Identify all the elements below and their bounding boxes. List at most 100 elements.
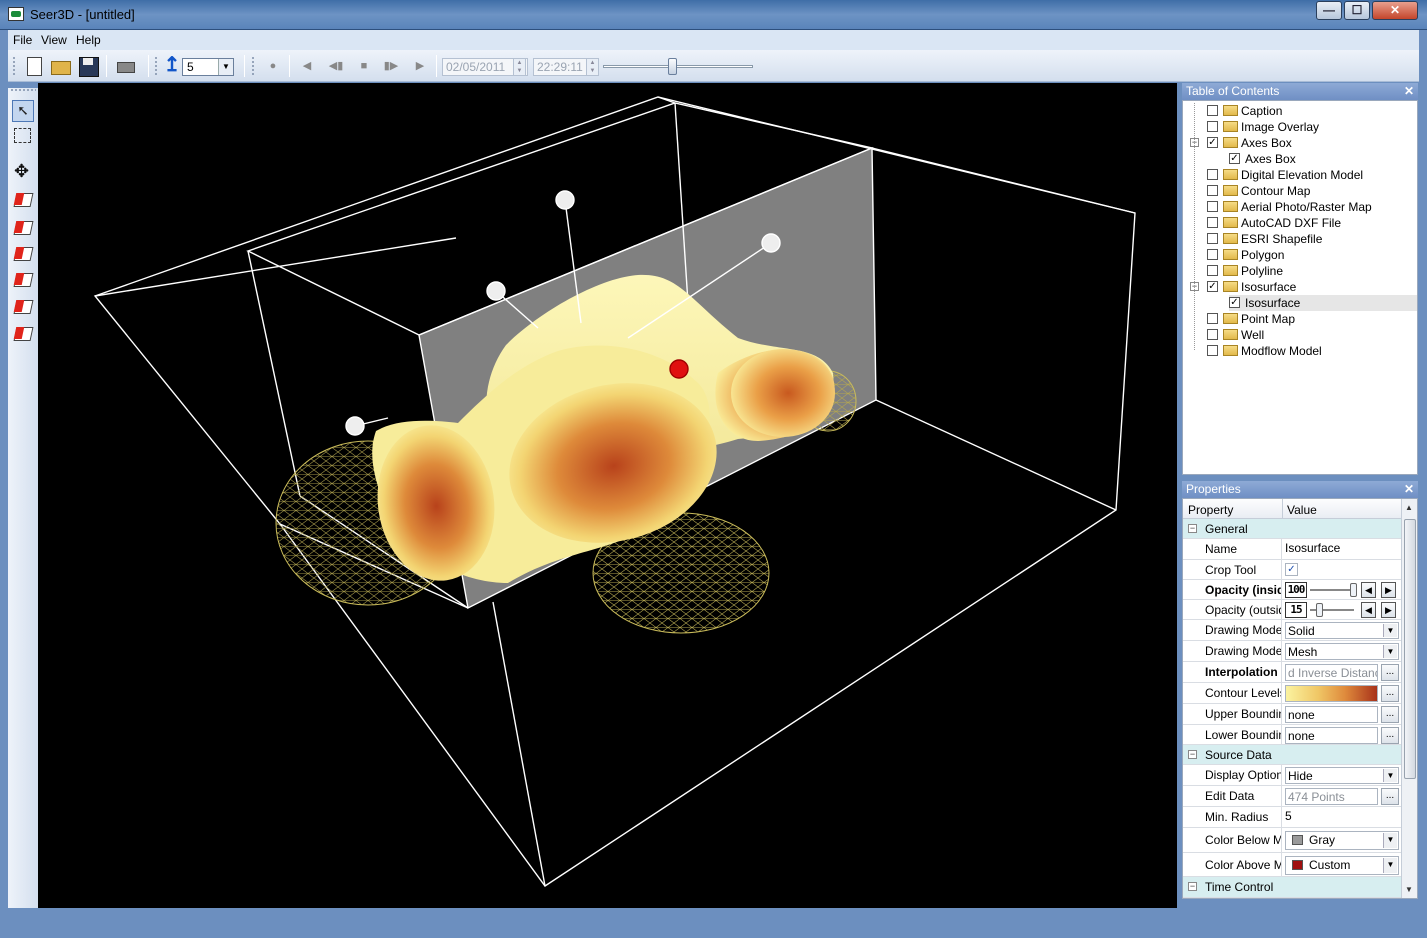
upper-bounding-ellipsis-button[interactable]: ... (1381, 706, 1399, 723)
toc-item[interactable]: Point Map (1207, 311, 1295, 327)
prop-row-crop-tool[interactable]: Crop Tool ✓ (1183, 560, 1401, 580)
prop-row-color-below-min[interactable]: Color Below Min Gray ▼ (1183, 828, 1401, 853)
prop-row-drawing-mode-inside[interactable]: Drawing Mode ( Solid ▼ (1183, 620, 1401, 641)
view-top-icon[interactable] (12, 295, 34, 317)
group-general[interactable]: − General (1183, 519, 1401, 539)
collapse-icon[interactable]: − (1188, 524, 1197, 533)
view-right-icon[interactable] (12, 268, 34, 290)
toc-item-checkbox[interactable] (1207, 105, 1218, 117)
collapse-icon[interactable]: − (1188, 750, 1197, 759)
toc-item-checkbox[interactable]: ✓ (1229, 153, 1240, 165)
drawing-mode-outside-select[interactable]: Mesh ▼ (1285, 643, 1399, 660)
first-frame-icon[interactable]: ◀ (297, 56, 317, 76)
scroll-down-icon[interactable]: ▼ (1405, 885, 1413, 894)
minimize-button[interactable]: — (1316, 1, 1342, 20)
toc-item-checkbox[interactable] (1207, 233, 1218, 245)
prop-row-opacity-outside[interactable]: Opacity (outside 15 ◀ ▶ (1183, 600, 1401, 620)
opacity-inside-slider-thumb[interactable] (1350, 583, 1357, 597)
view-left-icon[interactable] (12, 242, 34, 264)
toc-item[interactable]: Aerial Photo/Raster Map (1207, 199, 1372, 215)
toc-item[interactable]: Contour Map (1207, 183, 1310, 199)
last-frame-icon[interactable]: ▶ (410, 56, 430, 76)
chevron-down-icon[interactable]: ▼ (218, 59, 233, 75)
prop-row-min-radius[interactable]: Min. Radius 5 (1183, 807, 1401, 828)
time-slider-track[interactable] (603, 65, 753, 68)
column-divider[interactable] (1282, 499, 1283, 519)
time-step-select[interactable]: 5 ▼ (182, 58, 234, 76)
stop-icon[interactable]: ■ (354, 56, 374, 76)
prop-row-drawing-mode-outside[interactable]: Drawing Mode ( Mesh ▼ (1183, 641, 1401, 662)
toc-item[interactable]: Image Overlay (1207, 119, 1319, 135)
group-time-control[interactable]: − Time Control (1183, 877, 1401, 898)
collapse-icon[interactable]: − (1188, 882, 1197, 891)
increase-arrow-icon[interactable]: ▶ (1381, 582, 1396, 598)
save-disk-icon[interactable] (78, 56, 99, 77)
pan-move-icon[interactable] (12, 161, 34, 184)
group-source-data[interactable]: − Source Data (1183, 745, 1401, 765)
toolbar-grip[interactable] (154, 56, 158, 76)
toc-item[interactable]: Caption (1207, 103, 1282, 119)
scroll-up-icon[interactable]: ▲ (1405, 503, 1413, 512)
name-value[interactable]: Isosurface (1285, 541, 1340, 558)
toc-item-checkbox[interactable] (1207, 185, 1218, 197)
lower-bounding-ellipsis-button[interactable]: ... (1381, 727, 1399, 744)
column-header-property[interactable]: Property (1188, 503, 1233, 517)
close-icon[interactable]: ✕ (1404, 83, 1414, 100)
toc-item[interactable]: ✓ Axes Box (1207, 135, 1292, 151)
view-back-icon[interactable] (12, 216, 34, 238)
prop-row-name[interactable]: Name Isosurface (1183, 539, 1401, 560)
prop-row-color-above-max[interactable]: Color Above Ma Custom ▼ (1183, 853, 1401, 877)
toc-item[interactable]: Digital Elevation Model (1207, 167, 1363, 183)
toc-item-checkbox[interactable] (1207, 249, 1218, 261)
toc-item-checkbox[interactable] (1207, 169, 1218, 181)
toolbar-grip[interactable] (10, 88, 36, 92)
select-pointer-icon[interactable] (12, 100, 34, 122)
toc-item[interactable]: ✓ Axes Box (1229, 151, 1296, 167)
chevron-down-icon[interactable]: ▼ (1383, 645, 1397, 658)
toc-item[interactable]: Polygon (1207, 247, 1284, 263)
date-spinner[interactable]: ▲ ▼ (513, 58, 526, 76)
close-button[interactable]: ✕ (1372, 1, 1418, 20)
display-option-select[interactable]: Hide ▼ (1285, 767, 1399, 784)
previous-frame-icon[interactable]: ◀▮ (326, 56, 346, 76)
next-frame-icon[interactable]: ▮▶ (381, 56, 401, 76)
edit-data-ellipsis-button[interactable]: ... (1381, 788, 1399, 805)
toc-item-checkbox[interactable] (1207, 217, 1218, 229)
toolbar-grip[interactable] (251, 56, 255, 76)
toolbar-grip[interactable] (12, 56, 16, 76)
chevron-down-icon[interactable]: ▼ (1383, 858, 1397, 873)
opacity-outside-slider-thumb[interactable] (1316, 603, 1323, 617)
toc-item[interactable]: ESRI Shapefile (1207, 231, 1322, 247)
3d-viewport[interactable] (38, 83, 1177, 908)
maximize-button[interactable]: ☐ (1344, 1, 1370, 20)
color-below-min-select[interactable]: Gray ▼ (1285, 831, 1399, 850)
print-icon[interactable] (115, 56, 135, 76)
record-icon[interactable]: ● (263, 56, 283, 76)
toc-item[interactable]: Modflow Model (1207, 343, 1322, 359)
decrease-arrow-icon[interactable]: ◀ (1361, 582, 1376, 598)
scrollbar-thumb[interactable] (1404, 519, 1416, 779)
color-above-max-select[interactable]: Custom ▼ (1285, 856, 1399, 875)
open-folder-icon[interactable] (50, 56, 71, 76)
crop-tool-checkbox[interactable]: ✓ (1285, 563, 1298, 576)
interpolation-ellipsis-button[interactable]: ... (1381, 664, 1399, 681)
chevron-down-icon[interactable]: ▼ (1383, 769, 1397, 782)
prop-row-display-option[interactable]: Display Option Hide ▼ (1183, 765, 1401, 786)
prop-row-contour-levels[interactable]: Contour Levels ... (1183, 683, 1401, 704)
rubberband-select-icon[interactable] (12, 126, 34, 148)
toc-item-checkbox[interactable]: ✓ (1229, 297, 1240, 309)
chevron-down-icon[interactable]: ▼ (1383, 833, 1397, 848)
prop-row-lower-bounding[interactable]: Lower Bounding none ... (1183, 725, 1401, 745)
min-radius-value[interactable]: 5 (1285, 809, 1292, 826)
menu-file[interactable]: File (13, 33, 32, 47)
menu-help[interactable]: Help (76, 33, 101, 47)
increase-arrow-icon[interactable]: ▶ (1381, 602, 1396, 618)
decrease-arrow-icon[interactable]: ◀ (1361, 602, 1376, 618)
contour-levels-ellipsis-button[interactable]: ... (1381, 685, 1399, 702)
lower-bounding-value[interactable]: none (1285, 727, 1378, 744)
toc-item[interactable]: Polyline (1207, 263, 1283, 279)
prop-row-interpolation[interactable]: Interpolation Par d Inverse Distance ... (1183, 662, 1401, 683)
menu-view[interactable]: View (41, 33, 67, 47)
upper-bounding-value[interactable]: none (1285, 706, 1378, 723)
drawing-mode-inside-select[interactable]: Solid ▼ (1285, 622, 1399, 639)
